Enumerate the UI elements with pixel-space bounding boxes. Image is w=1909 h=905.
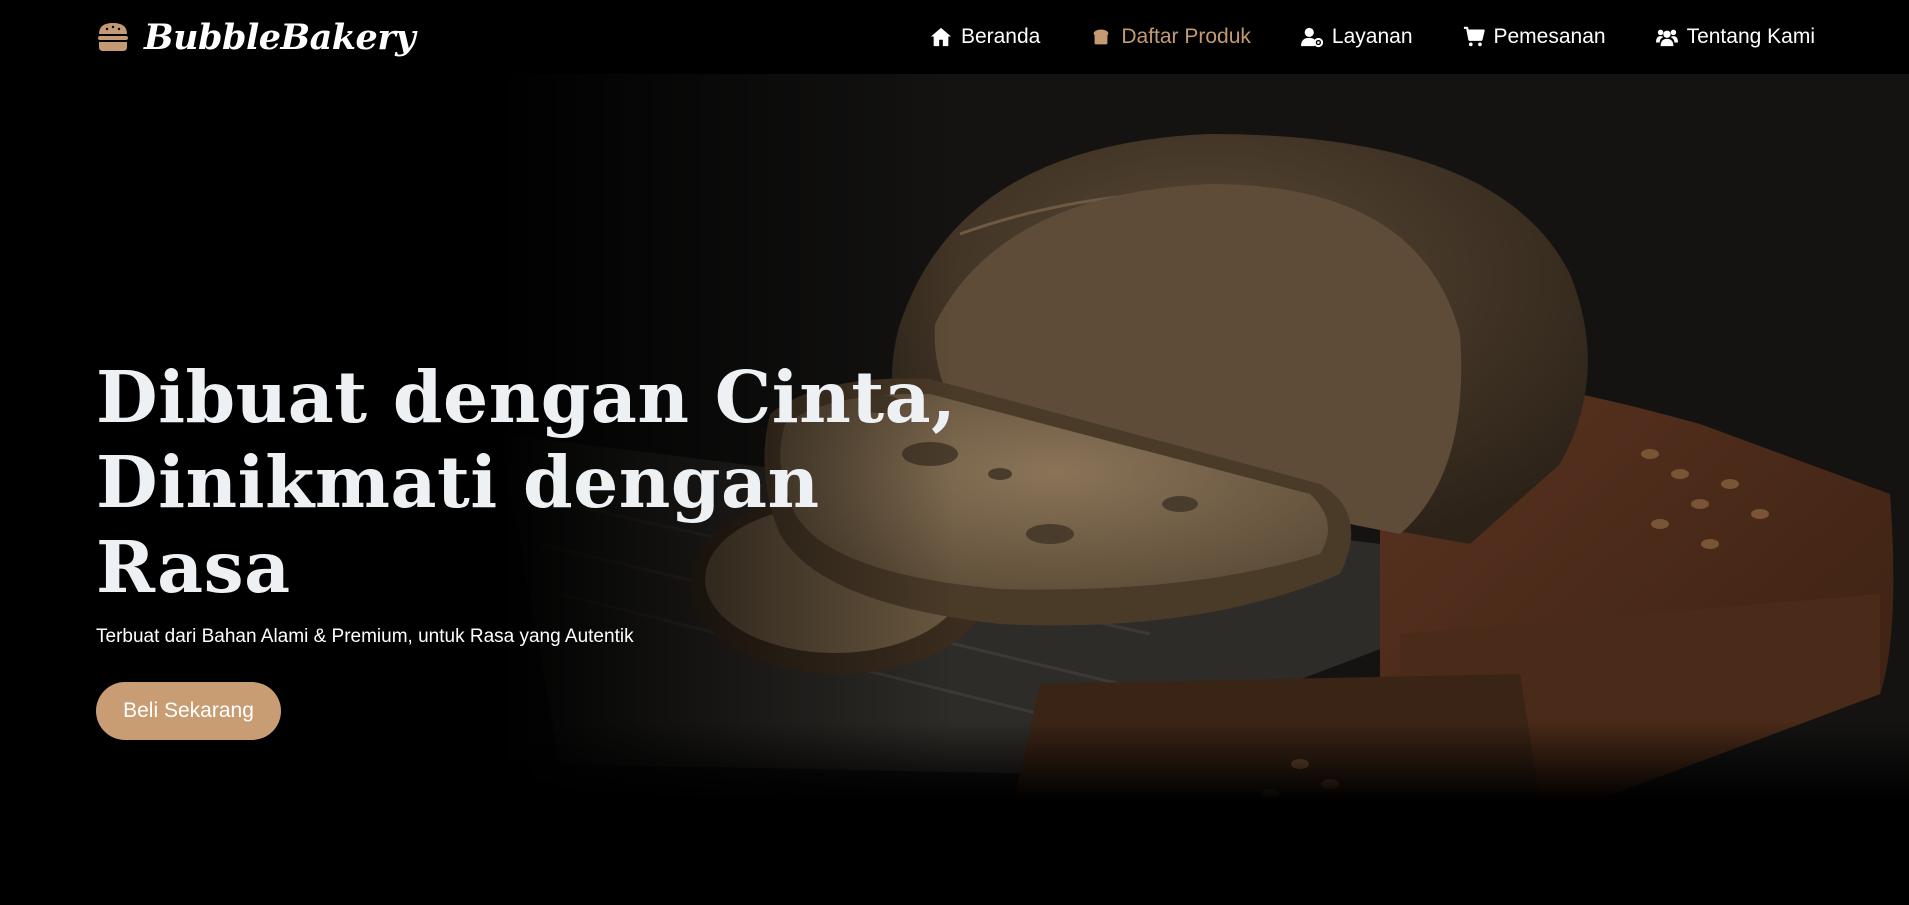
hero-content: Dibuat dengan Cinta, Dinikmati dengan Ra… (96, 355, 957, 740)
hero-subtitle: Terbuat dari Bahan Alami & Premium, untu… (96, 626, 634, 647)
nav-item-label: Pemesanan (1493, 25, 1606, 48)
nav-item-label: Layanan (1331, 25, 1413, 48)
hero-title: Dibuat dengan Cinta, Dinikmati dengan Ra… (96, 355, 957, 610)
hero-title-line: Rasa (96, 525, 291, 609)
nav-item-tentang-kami[interactable]: Tentang Kami (1655, 25, 1815, 49)
nav-item-daftar-produk[interactable]: Daftar Produk (1090, 25, 1251, 49)
bread-icon (1094, 29, 1109, 45)
nav-item-label: Beranda (960, 25, 1041, 48)
users-icon (1655, 29, 1678, 47)
nav-item-label: Tentang Kami (1686, 25, 1815, 48)
cart-icon (1463, 26, 1485, 47)
page: BubbleBakery Beranda Daftar Produk Layan… (0, 0, 1909, 905)
main-nav: Beranda Daftar Produk Layanan Pemesanan … (930, 25, 1815, 49)
home-icon (930, 27, 952, 47)
nav-item-label: Daftar Produk (1121, 25, 1251, 48)
user-gear-icon (1300, 27, 1323, 48)
nav-item-beranda[interactable]: Beranda (930, 25, 1040, 49)
navbar: BubbleBakery Beranda Daftar Produk Layan… (0, 0, 1909, 74)
nav-item-pemesanan[interactable]: Pemesanan (1463, 25, 1606, 49)
hero-title-line: Dibuat dengan Cinta, (96, 355, 957, 439)
brand-logo[interactable]: BubbleBakery (96, 16, 416, 58)
brand-name: BubbleBakery (144, 16, 416, 58)
burger-icon (98, 23, 128, 51)
hero-title-line: Dinikmati dengan (96, 440, 820, 524)
buy-now-button[interactable]: Beli Sekarang (96, 682, 281, 740)
nav-item-layanan[interactable]: Layanan (1300, 25, 1413, 49)
hero-section: Dibuat dengan Cinta, Dinikmati dengan Ra… (0, 74, 1909, 864)
